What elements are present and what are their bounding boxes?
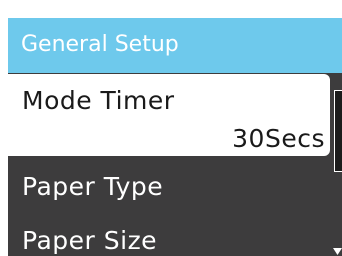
menu-item-mode-timer[interactable]: Mode Timer 30Secs: [8, 74, 330, 156]
menu-item-paper-size[interactable]: Paper Size: [8, 222, 330, 256]
scrollbar-thumb[interactable]: [334, 90, 342, 172]
scrollbar[interactable]: [332, 78, 342, 256]
menu-item-label: Paper Type: [22, 172, 164, 201]
menu-item-label: Paper Size: [22, 226, 158, 255]
triangle-down-icon[interactable]: [333, 246, 342, 256]
lcd-panel: General Setup Mode Timer 30Secs Paper Ty…: [8, 18, 342, 256]
lcd-screen: General Setup Mode Timer 30Secs Paper Ty…: [0, 0, 342, 256]
menu-item-label: Mode Timer: [22, 86, 175, 115]
title-bar: General Setup: [8, 18, 342, 73]
menu-item-paper-type[interactable]: Paper Type: [8, 168, 330, 208]
screen-title: General Setup: [21, 32, 179, 57]
menu-item-value: 30Secs: [232, 124, 325, 153]
